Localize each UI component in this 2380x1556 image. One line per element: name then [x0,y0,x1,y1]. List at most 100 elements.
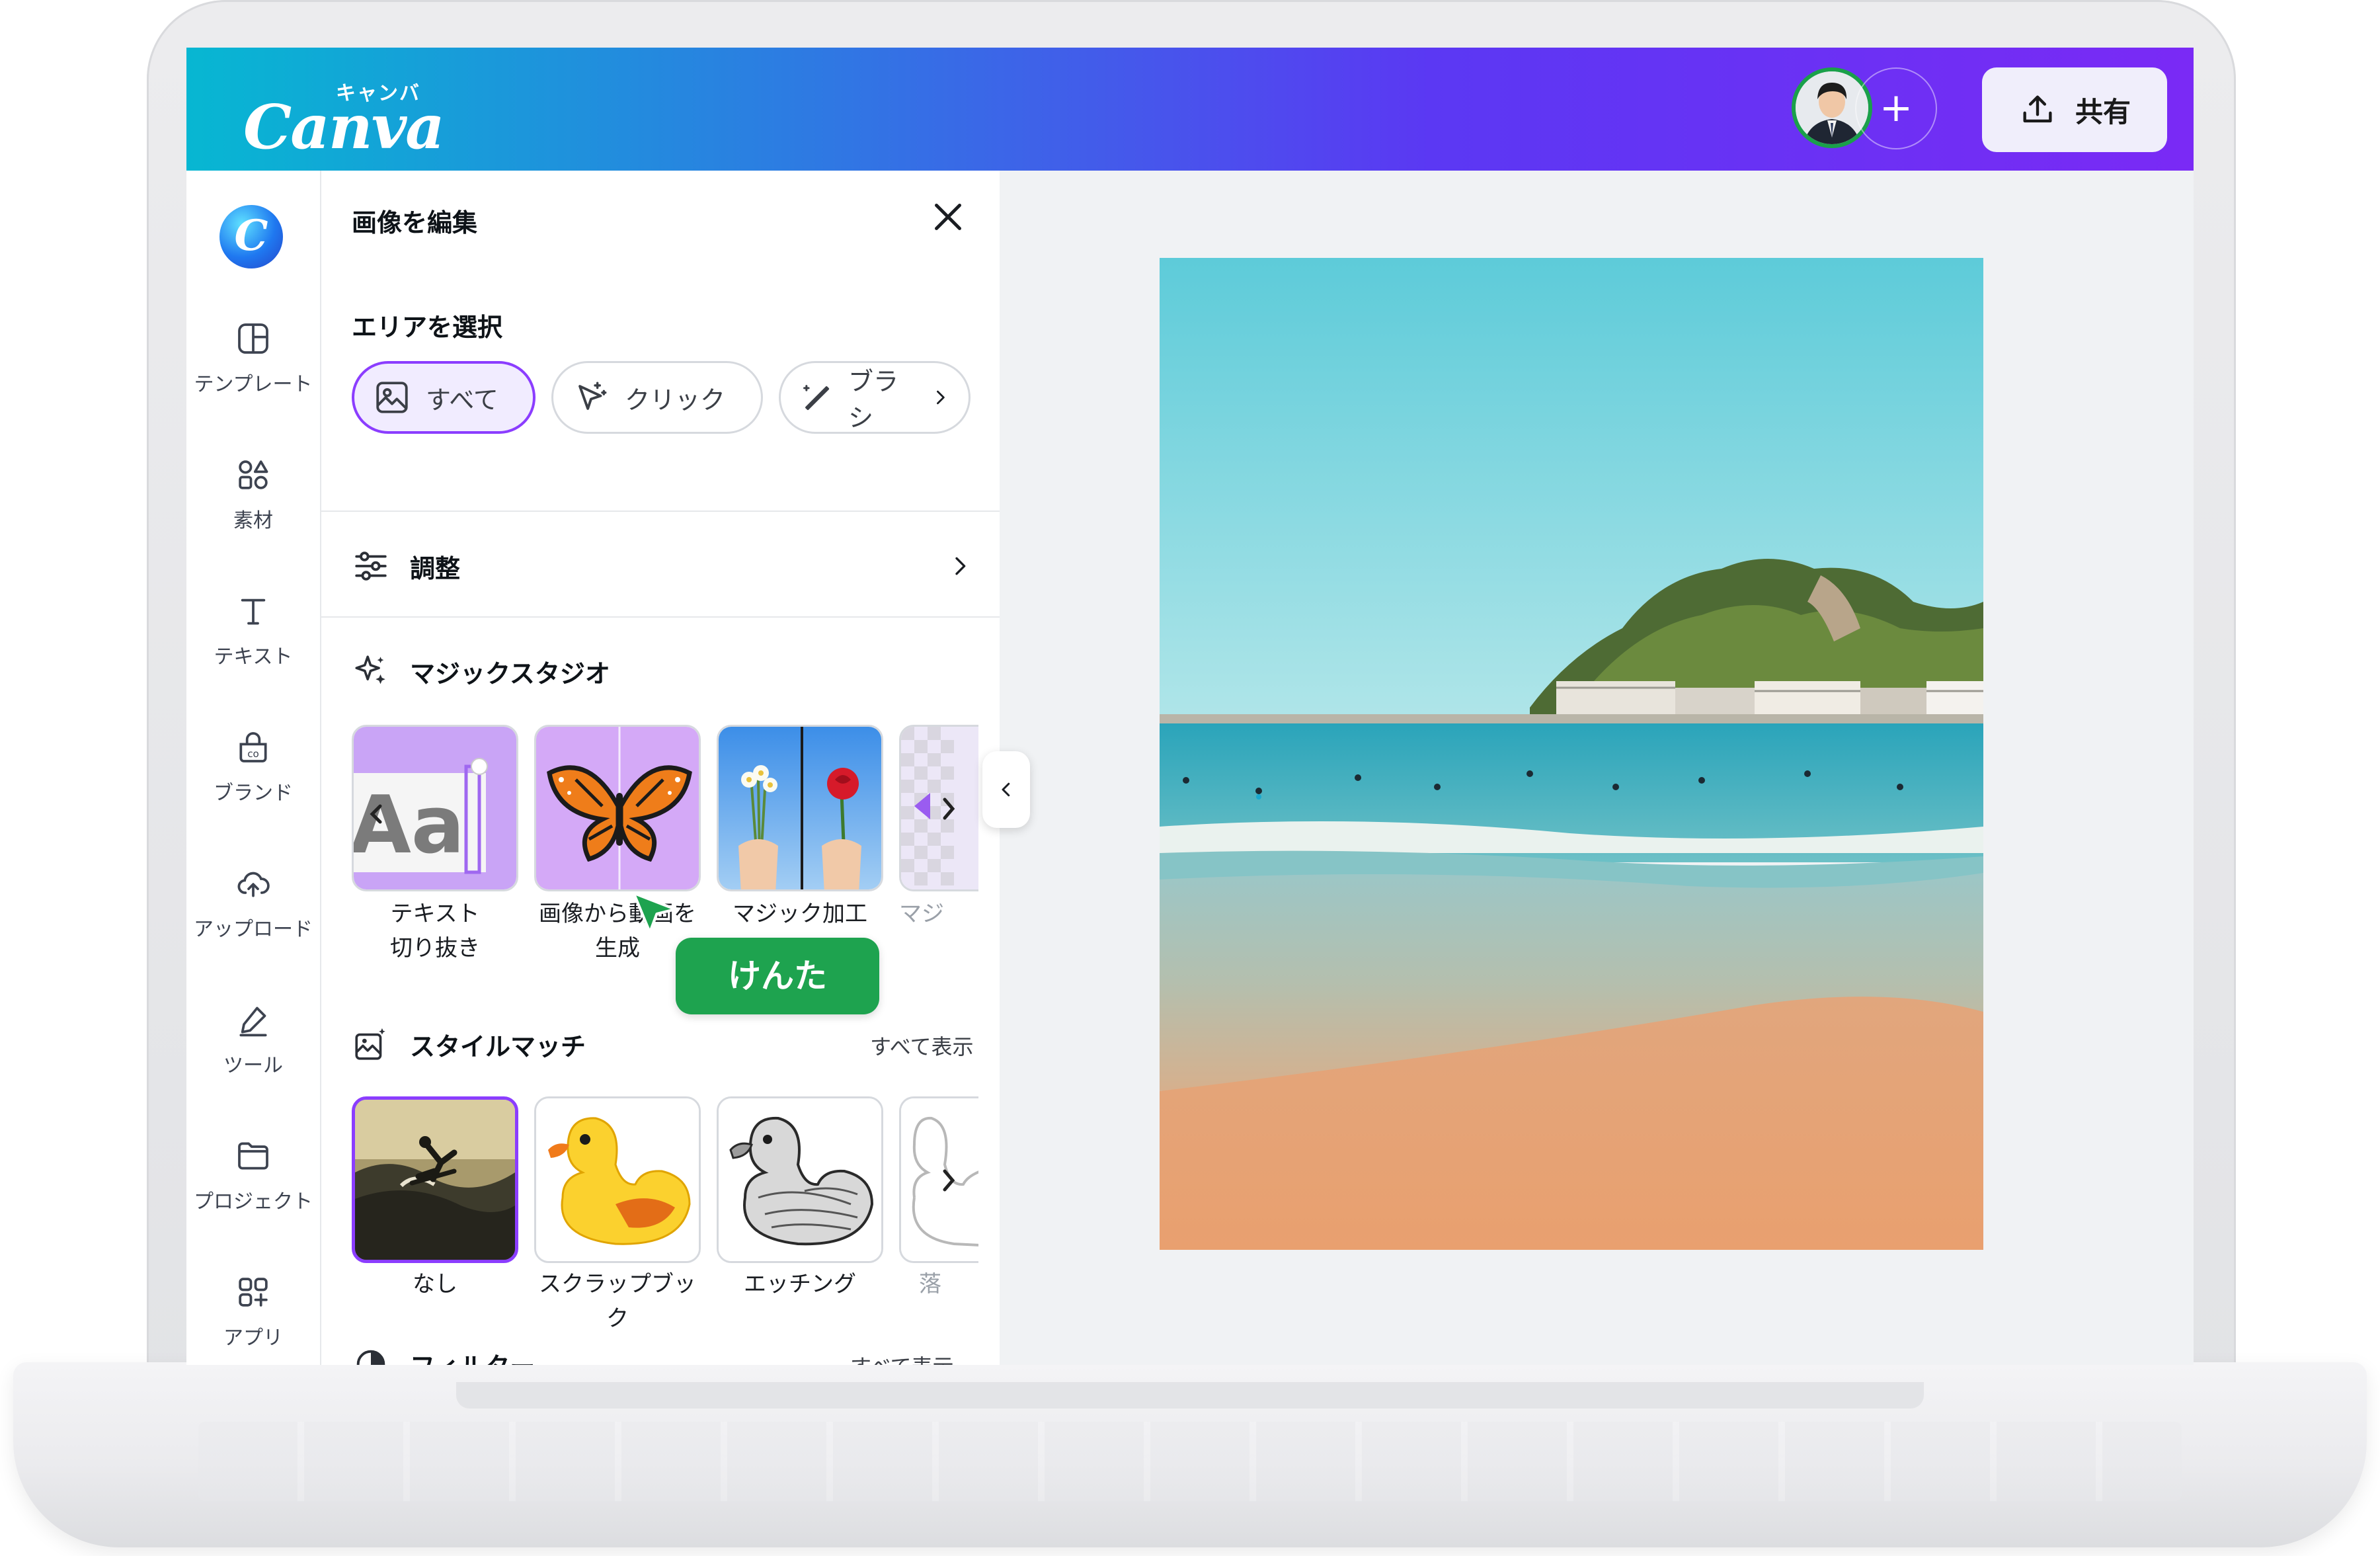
caption-line: なし [413,1271,457,1297]
caption-line: 切り抜き [390,935,480,962]
style-item-partial[interactable] [899,1096,978,1263]
area-select-label: エリアを選択 [352,313,503,342]
style-match-show-all[interactable]: すべて表示 [870,1030,973,1061]
brand-icon: co [239,732,267,762]
rail-item-templates[interactable]: テンプレート [186,320,320,397]
collaborator-cursor-icon [632,891,677,934]
magic-studio-label: マジックスタジオ [410,659,610,688]
rail-item-text[interactable]: テキスト [186,593,320,669]
left-rail: C テンプレート 素材 テキスト co ブランド アップロード ツール プロジェ… [186,171,321,1365]
magic-caption: マジ [899,897,978,931]
rail-label: テキスト [214,645,293,669]
laptop-keyboard [198,1422,2182,1501]
sliders-icon [355,552,387,581]
image-icon [376,382,408,413]
cloud-upload-icon [237,872,270,897]
filter-header: フィルター [352,1345,535,1365]
style-caption: 落 [919,1267,978,1301]
caption-line: スクラップブッ [539,1271,696,1297]
laptop-notch [456,1382,1924,1409]
magic-studio-header: マジックスタジオ [352,652,610,690]
chip-all[interactable]: すべて [352,361,536,434]
canvas-photo[interactable] [1160,258,1983,1250]
chip-label: クリック [625,385,726,415]
caption-line: マジック加工 [733,901,867,927]
adjust-row[interactable]: 調整 [352,540,973,593]
chip-click[interactable]: クリック [551,361,763,434]
close-icon[interactable] [928,197,968,237]
rail-item-uploads[interactable]: アップロード [186,865,320,942]
tools-icon [239,1006,267,1037]
add-member-button[interactable]: + [1855,67,1937,149]
magic-brush-icon [803,385,830,411]
caption-line: マジ [899,901,944,927]
caption-line: 落 [919,1271,941,1297]
canva-ai-logo[interactable]: C [219,205,283,268]
template-icon [238,323,268,354]
rail-item-elements[interactable]: 素材 [186,456,320,533]
magic-edit-thumb [719,727,881,889]
edit-image-panel: 画像を編集 エリアを選択 すべて クリック ブラシ 調整 マジックスタジオ Aa… [321,171,1000,1365]
style-item-scrapbook[interactable] [534,1096,701,1263]
magic-item-partial[interactable] [899,725,978,891]
top-bar: キャンバ Canva + 共有 [186,48,2194,171]
filter-show-all[interactable]: すべて表示 [850,1350,953,1365]
duck-scrapbook-thumb [536,1098,699,1261]
surfer-thumb [355,1100,515,1260]
rail-item-brand[interactable]: co ブランド [186,729,320,805]
rail-item-projects[interactable]: プロジェクト [186,1137,320,1214]
svg-text:co: co [247,748,259,760]
collapse-panel-button[interactable] [982,751,1030,828]
partial-thumb [901,727,978,889]
magic-item-magic-edit[interactable] [717,725,883,891]
style-caption: スクラップブッ ク [528,1267,707,1336]
folder-icon [238,1142,268,1170]
rail-label: アップロード [194,918,313,941]
sparkle-icon [355,655,385,684]
caption-line: テキスト [390,901,480,927]
rail-label: 素材 [233,509,273,532]
style-match-icon [355,1028,385,1060]
divider [321,511,1000,512]
duck-outline-thumb [901,1098,978,1261]
app-window: キャンバ Canva + 共有 C テンプレート 素材 テキスト co ブランド… [186,48,2194,1365]
chevron-left-icon [1002,782,1010,797]
chip-label: すべて [426,385,498,415]
rail-label: ツール [223,1054,283,1077]
rail-label: テンプレート [194,373,313,396]
filter-icon [356,1350,385,1365]
chip-label: ブラシ [848,367,899,432]
logo-text: Canva [243,91,445,163]
share-label: 共有 [2075,95,2131,128]
rail-label: プロジェクト [194,1190,313,1213]
duck-etching-thumb [719,1098,881,1261]
adjust-label: 調整 [410,553,461,583]
caption-line: ク [606,1305,629,1332]
chip-brush[interactable]: ブラシ [779,361,971,434]
rail-label: アプリ [223,1327,283,1350]
magic-item-text-cutout[interactable]: Aa [352,725,518,891]
style-match-header: スタイルマッチ [352,1025,586,1063]
style-caption: なし [346,1267,524,1301]
text-cutout-thumb: Aa [354,727,516,889]
rail-item-apps[interactable]: アプリ [186,1274,320,1350]
apps-icon [239,1278,268,1307]
collaborator-name-tag: けんた [676,938,879,1014]
upload-icon [2023,95,2052,123]
elements-icon [239,460,268,489]
rail-item-tools[interactable]: ツール [186,1001,320,1078]
butterfly-thumb [536,727,699,889]
share-button[interactable]: 共有 [1982,67,2167,152]
style-item-none[interactable] [352,1096,518,1263]
svg-text:Aa: Aa [354,780,465,872]
filter-label: フィルター [410,1346,535,1366]
magic-caption: テキスト 切り抜き [346,897,524,965]
style-item-etching[interactable] [717,1096,883,1263]
divider [321,616,1000,618]
style-caption: エッチング [711,1267,889,1301]
rail-label: ブランド [214,782,293,805]
chevron-right-icon[interactable] [930,386,950,409]
panel-title: 画像を編集 [352,208,478,237]
magic-item-image-to-video[interactable] [534,725,701,891]
magic-caption: マジック加工 [711,897,889,931]
